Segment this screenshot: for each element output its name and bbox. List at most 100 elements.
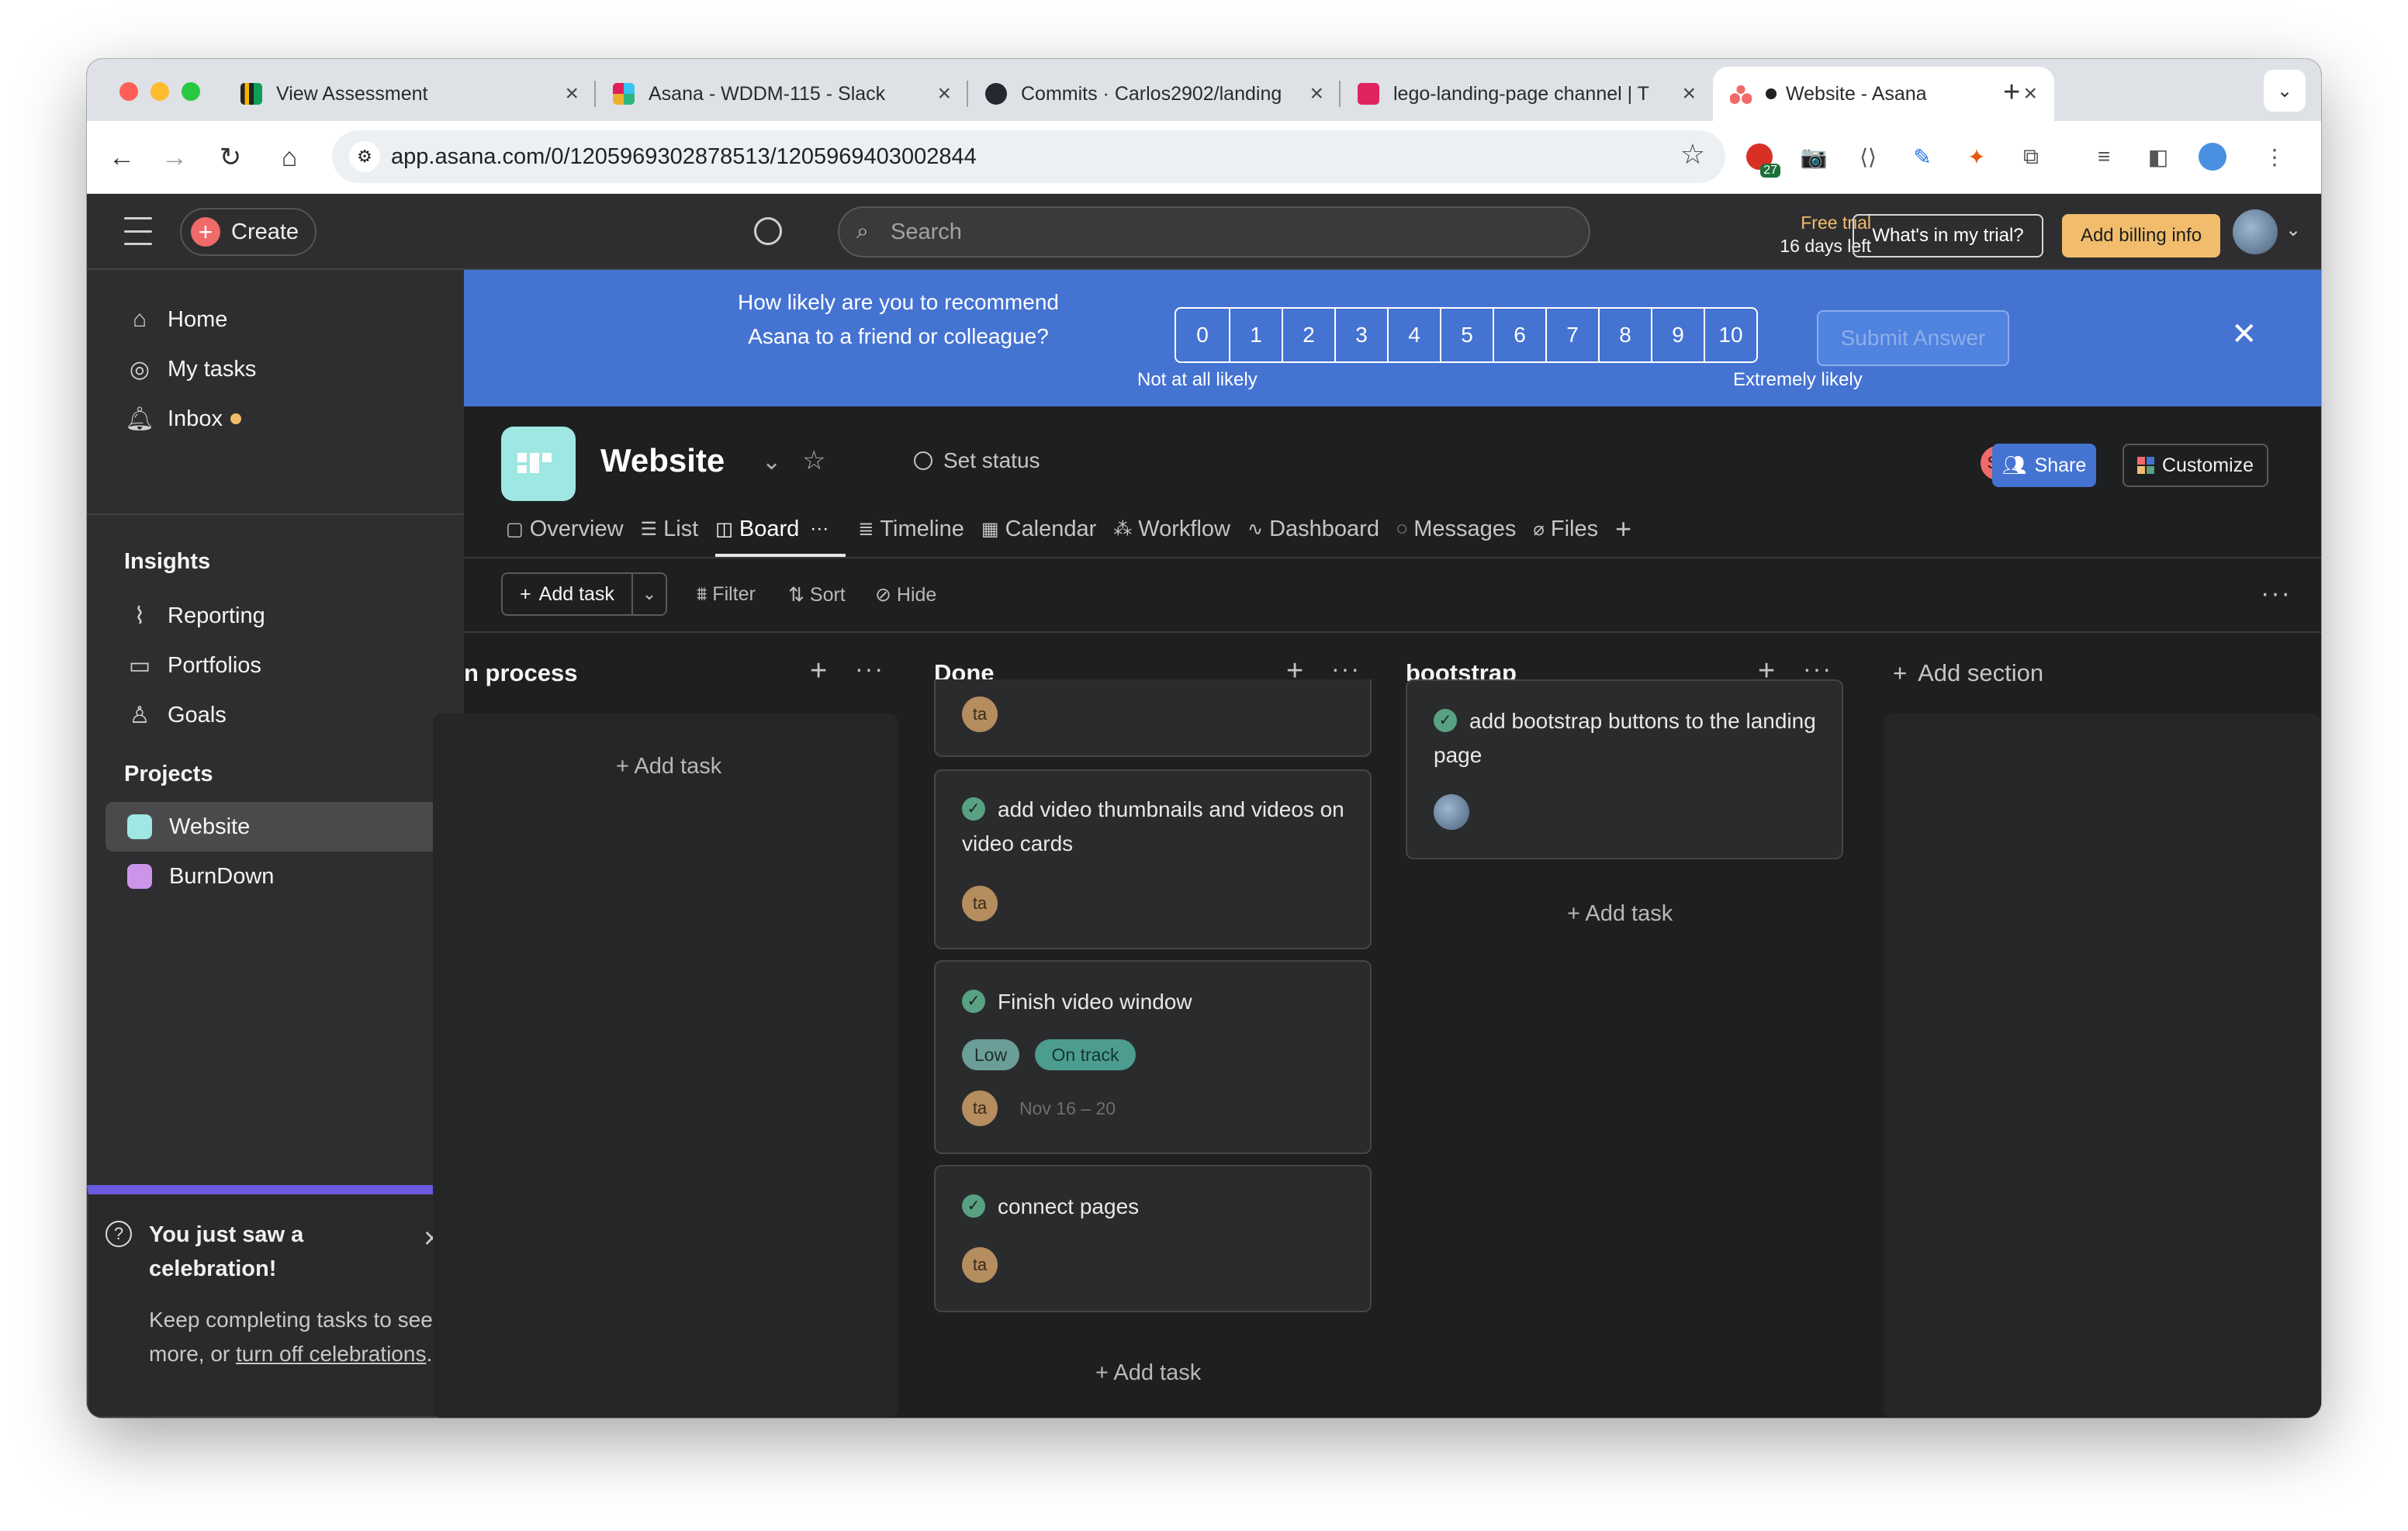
browser-tab-lego-channel[interactable]: lego-landing-page channel | T × — [1341, 67, 1713, 121]
graduation-icon[interactable]: ✦ — [1961, 141, 1992, 172]
sidebar-item-reporting[interactable]: ⌇ Reporting — [106, 591, 439, 641]
completed-check-icon[interactable]: ✓ — [1434, 708, 1457, 732]
add-task-link[interactable]: + Add task — [616, 754, 721, 779]
score-3-button[interactable]: 3 — [1334, 309, 1387, 361]
close-tab-icon[interactable]: × — [2023, 81, 2037, 107]
assignee-avatar[interactable]: ta — [962, 1247, 998, 1283]
close-window-button[interactable] — [119, 82, 138, 101]
turn-off-celebrations-link[interactable]: turn off celebrations — [236, 1342, 426, 1366]
close-tab-icon[interactable]: × — [1310, 81, 1323, 107]
profile-icon[interactable] — [2197, 141, 2228, 172]
tab-calendar[interactable]: ▦ Calendar — [981, 506, 1113, 552]
add-card-icon[interactable]: + — [810, 655, 827, 688]
browser-menu-icon[interactable]: ⋮ — [2259, 141, 2290, 172]
search-input[interactable]: ⌕ Search — [838, 206, 1590, 257]
address-bar[interactable]: ⚙ app.asana.com/0/1205969302878513/12059… — [332, 130, 1725, 183]
tab-messages[interactable]: ◌ Messages — [1396, 506, 1533, 552]
add-tab-icon[interactable]: + — [1615, 506, 1649, 552]
tab-overview[interactable]: ▢ Overview — [506, 506, 641, 552]
submit-answer-button[interactable]: Submit Answer — [1817, 310, 2009, 366]
more-icon[interactable]: ··· — [810, 518, 829, 540]
tab-dashboard[interactable]: ∿ Dashboard — [1247, 506, 1396, 552]
bookmark-star-icon[interactable]: ☆ — [1680, 138, 1705, 171]
back-arrow-icon[interactable]: ← — [101, 137, 143, 178]
more-options-icon[interactable]: ··· — [2261, 579, 2292, 609]
score-1-button[interactable]: 1 — [1229, 309, 1282, 361]
whats-in-trial-button[interactable]: What's in my trial? — [1853, 214, 2043, 257]
score-2-button[interactable]: 2 — [1282, 309, 1334, 361]
tab-workflow[interactable]: ⁂ Workflow — [1113, 506, 1247, 552]
add-task-link[interactable]: + Add task — [1567, 901, 1673, 927]
assignee-avatar[interactable]: ta — [962, 696, 998, 732]
task-card[interactable]: ✓ connect pages ta — [934, 1165, 1372, 1312]
close-tab-icon[interactable]: × — [1682, 81, 1696, 107]
tab-files[interactable]: ⌀ Files — [1533, 506, 1615, 552]
code-icon[interactable]: ⟨⟩ — [1853, 141, 1884, 172]
sort-button[interactable]: ⇅ Sort — [788, 583, 846, 607]
sidebar-project-burndown[interactable]: BurnDown — [106, 852, 439, 901]
minimize-window-button[interactable] — [150, 82, 169, 101]
tab-timeline[interactable]: ≣ Timeline — [858, 506, 981, 552]
add-section-button[interactable]: + Add section — [1893, 659, 2043, 687]
score-8-button[interactable]: 8 — [1598, 309, 1651, 361]
add-task-dropdown-icon[interactable]: ⌄ — [631, 572, 667, 616]
reload-icon[interactable]: ↻ — [209, 137, 251, 178]
media-queue-icon[interactable]: ≡ — [2088, 141, 2119, 172]
favorite-star-icon[interactable]: ☆ — [802, 445, 825, 476]
share-button[interactable]: 👥︎ Share — [1992, 444, 2096, 487]
project-board-icon[interactable] — [501, 427, 576, 501]
hamburger-menu-icon[interactable] — [124, 217, 152, 245]
score-5-button[interactable]: 5 — [1440, 309, 1493, 361]
score-7-button[interactable]: 7 — [1545, 309, 1598, 361]
history-clock-icon[interactable] — [754, 217, 782, 245]
projects-heading[interactable]: Projects — [124, 762, 213, 787]
browser-tab-slack[interactable]: Asana - WDDM-115 - Slack × — [596, 67, 968, 121]
zoom-window-button[interactable] — [182, 82, 200, 101]
score-10-button[interactable]: 10 — [1704, 309, 1756, 361]
side-panel-icon[interactable]: ◧ — [2143, 141, 2174, 172]
task-card[interactable]: ✓ add bootstrap buttons to the landing pa… — [1406, 679, 1843, 859]
score-4-button[interactable]: 4 — [1387, 309, 1440, 361]
add-task-button[interactable]: + Add task — [501, 572, 633, 616]
assignee-avatar[interactable]: ta — [962, 886, 998, 921]
due-date[interactable]: Nov 16 – 20 — [1019, 1098, 1116, 1119]
score-9-button[interactable]: 9 — [1651, 309, 1704, 361]
completed-check-icon[interactable]: ✓ — [962, 989, 985, 1013]
sidebar-item-home[interactable]: ⌂ Home — [106, 295, 439, 344]
site-info-icon[interactable]: ⚙ — [349, 141, 380, 172]
close-survey-icon[interactable]: ✕ — [2231, 316, 2258, 352]
status-tag[interactable]: On track — [1035, 1039, 1136, 1070]
browser-tab-github[interactable]: Commits · Carlos2902/landing × — [968, 67, 1341, 121]
sidebar-item-my-tasks[interactable]: ◎ My tasks — [106, 344, 439, 394]
chevron-down-icon[interactable]: ⌄ — [2285, 219, 2301, 241]
pen-icon[interactable]: ✎ — [1907, 141, 1938, 172]
score-6-button[interactable]: 6 — [1493, 309, 1545, 361]
extension-red-icon[interactable]: 27 — [1744, 141, 1780, 178]
task-card[interactable]: ✓ add video thumbnails and videos on vide… — [934, 769, 1372, 949]
sidebar-item-goals[interactable]: ♙ Goals — [106, 690, 439, 740]
close-tab-icon[interactable]: × — [565, 81, 579, 107]
tab-list[interactable]: ☰ List — [641, 506, 716, 552]
task-card[interactable]: ✓ Finish video window Low On track ta Nov… — [934, 960, 1372, 1154]
add-billing-button[interactable]: Add billing info — [2062, 214, 2220, 257]
add-task-link[interactable]: + Add task — [1095, 1360, 1201, 1386]
tab-search-chevron-icon[interactable]: ⌄ — [2264, 70, 2306, 112]
puzzle-icon[interactable]: ⧉ — [2015, 141, 2046, 172]
task-card[interactable]: ta — [934, 679, 1372, 757]
sidebar-project-website[interactable]: Website — [106, 802, 439, 852]
priority-tag[interactable]: Low — [962, 1039, 1019, 1070]
close-tab-icon[interactable]: × — [937, 81, 951, 107]
completed-check-icon[interactable]: ✓ — [962, 797, 985, 821]
hide-button[interactable]: ⊘ Hide — [875, 583, 936, 607]
set-status-button[interactable]: Set status — [914, 448, 1040, 473]
score-0-button[interactable]: 0 — [1176, 309, 1229, 361]
new-tab-button[interactable]: + — [2003, 76, 2020, 109]
customize-button[interactable]: Customize — [2123, 444, 2268, 487]
forward-arrow-icon[interactable]: → — [154, 137, 195, 178]
sidebar-item-inbox[interactable]: 🔔︎ Inbox — [106, 394, 439, 444]
create-button[interactable]: + Create — [180, 208, 317, 256]
chevron-down-icon[interactable]: ⌄ — [762, 448, 781, 475]
filter-button[interactable]: ⩩ Filter — [697, 583, 756, 606]
assignee-avatar[interactable]: ta — [962, 1090, 998, 1126]
tab-board[interactable]: ◫ Board ··· — [715, 506, 846, 557]
